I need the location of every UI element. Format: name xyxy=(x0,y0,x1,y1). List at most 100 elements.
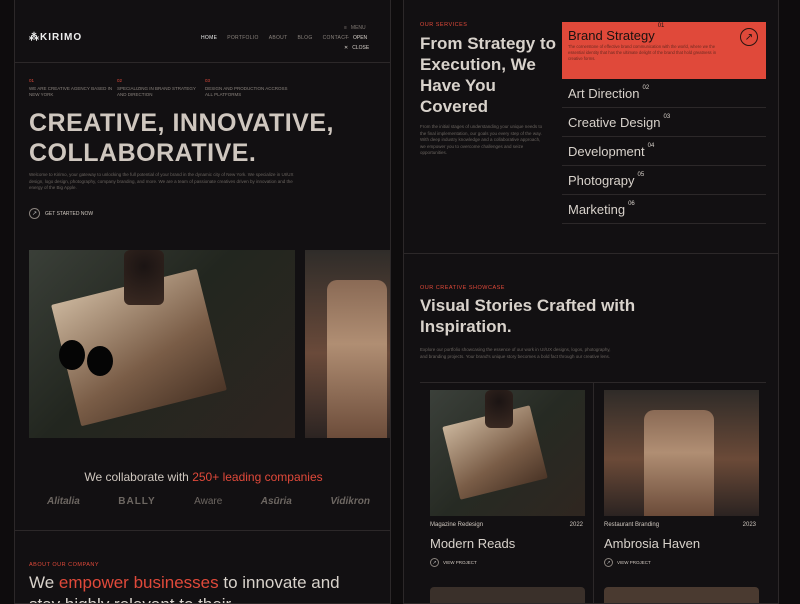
about-prefix: We xyxy=(29,573,59,592)
project-name: Modern Reads xyxy=(430,536,516,551)
nav-about[interactable]: ABOUT xyxy=(269,35,288,41)
partner-logos: Alitalia BALLY Aware Asūria Vidikron xyxy=(47,496,370,507)
mug-shape xyxy=(485,390,513,428)
collab-prefix: We collaborate with xyxy=(84,470,193,484)
hero-description: Welcome to Kirimo, your gateway to unloc… xyxy=(29,172,294,190)
service-creative-design[interactable]: Creative Design 03 xyxy=(562,108,766,137)
get-started-button[interactable]: ↗ GET STARTED NOW xyxy=(29,208,93,219)
collab-highlight: 250+ leading companies xyxy=(192,470,323,484)
apron-shape xyxy=(644,410,714,516)
logo-text: KIRIMO xyxy=(40,32,83,43)
partner-logo: Aware xyxy=(194,496,223,507)
stat-number: 02 xyxy=(117,78,123,83)
menu-toggle[interactable]: ≡ MENU — OPEN ✕ CLOSE xyxy=(344,23,374,53)
right-page-preview: OUR SERVICES From Strategy to Execution,… xyxy=(403,0,779,604)
mug-shape xyxy=(124,250,164,305)
services-list: Brand Strategy 01 The cornerstone of effe… xyxy=(562,22,766,224)
service-brand-strategy[interactable]: Brand Strategy 01 The cornerstone of effe… xyxy=(562,22,766,79)
logo[interactable]: ⁂KIRIMO xyxy=(29,32,82,43)
cta-label: GET STARTED NOW xyxy=(45,210,94,217)
arrow-up-right-icon: ↗ xyxy=(430,558,439,567)
project-name: Ambrosia Haven xyxy=(604,536,701,551)
showcase-label: OUR CREATIVE SHOWCASE xyxy=(420,285,505,291)
hero-image-apron xyxy=(305,250,390,438)
services-description: From the initial stages of understanding… xyxy=(420,124,543,155)
next-card-preview xyxy=(604,587,759,603)
collab-heading: We collaborate with 250+ leading compani… xyxy=(15,470,390,484)
nav-portfolio[interactable]: PORTFOLIO xyxy=(227,35,259,41)
services-label: OUR SERVICES xyxy=(420,22,468,28)
divider xyxy=(404,253,778,254)
stat-text: WE ARE CREATIVE AGENCY BASED IN NEW YORK xyxy=(29,86,113,97)
close-label: CLOSE xyxy=(352,45,370,51)
service-name: Art Direction xyxy=(568,85,640,101)
arrow-up-right-icon: ↗ xyxy=(29,208,40,219)
partner-logo: Asūria xyxy=(260,496,292,507)
service-name: Creative Design xyxy=(568,114,661,130)
apron-shape xyxy=(327,280,387,438)
project-thumbnail[interactable] xyxy=(604,390,759,516)
menu-label: MENU xyxy=(350,25,366,31)
service-name: Photograpy xyxy=(568,172,635,188)
about-title: We empower businesses to innovate and st… xyxy=(29,572,369,603)
open-label: OPEN xyxy=(353,35,368,41)
project-meta: Magazine Redesign 2022 xyxy=(430,522,583,528)
stat-number: 01 xyxy=(29,78,35,83)
view-project-label: VIEW PROJECT xyxy=(617,560,651,565)
view-project-link[interactable]: ↗ VIEW PROJECT xyxy=(430,558,583,567)
hero-line-1: CREATIVE, INNOVATIVE, xyxy=(29,109,334,137)
stat-item: 03 DESIGN AND PRODUCTION ACCROSS ALL PLAT… xyxy=(205,78,293,98)
partner-logo: BALLY xyxy=(118,496,156,507)
line-icon: — xyxy=(344,35,349,41)
left-page-preview: ⁂KIRIMO HOME PORTFOLIO ABOUT BLOG CONTAC… xyxy=(14,0,391,604)
next-card-preview xyxy=(430,587,585,603)
project-meta: Restaurant Branding 2023 xyxy=(604,522,756,528)
service-number: 06 xyxy=(628,201,635,207)
service-number: 03 xyxy=(663,114,671,120)
project-category: Magazine Redesign xyxy=(430,522,484,528)
service-number: 05 xyxy=(637,172,645,178)
sunglasses-shape xyxy=(59,340,119,380)
stat-item: 02 SPECIALIZING IN BRAND STRATEGY AND DIR… xyxy=(117,78,205,98)
about-label: ABOUT OUR COMPANY xyxy=(29,562,100,568)
nav-blog[interactable]: BLOG xyxy=(297,35,312,41)
stats-row: 01 WE ARE CREATIVE AGENCY BASED IN NEW YO… xyxy=(29,78,378,98)
stat-text: SPECIALIZING IN BRAND STRATEGY AND DIREC… xyxy=(117,86,196,97)
service-description: The cornerstone of effective brand commu… xyxy=(568,44,717,61)
project-thumbnail[interactable] xyxy=(430,390,585,516)
service-number: 04 xyxy=(647,143,655,149)
arrow-up-right-icon: ↗ xyxy=(604,558,613,567)
hero-image-magazine xyxy=(29,250,295,438)
close-icon: ✕ xyxy=(344,45,349,51)
top-nav: ⁂KIRIMO HOME PORTFOLIO ABOUT BLOG CONTAC… xyxy=(29,25,378,54)
showcase-description: Explore our portfolio showcasing the ess… xyxy=(420,347,611,359)
project-cards: Magazine Redesign 2022 Modern Reads ↗ VIEW… xyxy=(420,382,766,603)
nav-home[interactable]: HOME xyxy=(201,35,217,41)
view-project-label: VIEW PROJECT xyxy=(443,560,477,565)
hero-line-2: COLLABORATIVE. xyxy=(29,139,257,167)
service-name: Brand Strategy xyxy=(568,28,655,43)
service-photography[interactable]: Photograpy 05 xyxy=(562,166,766,195)
divider xyxy=(15,62,390,63)
service-marketing[interactable]: Marketing 06 xyxy=(562,195,766,224)
arrow-up-right-icon[interactable]: ↗ xyxy=(740,28,758,46)
view-project-link[interactable]: ↗ VIEW PROJECT xyxy=(604,558,756,567)
menu-icon: ≡ xyxy=(344,25,347,31)
stat-text: DESIGN AND PRODUCTION ACCROSS ALL PLATFO… xyxy=(205,86,288,97)
services-title: From Strategy to Execution, We Have You … xyxy=(420,34,557,116)
service-art-direction[interactable]: Art Direction 02 xyxy=(562,79,766,108)
service-number: 02 xyxy=(642,85,650,91)
project-card[interactable]: Magazine Redesign 2022 Modern Reads ↗ VIEW… xyxy=(420,382,593,603)
partner-logo: Alitalia xyxy=(47,496,80,507)
service-number: 01 xyxy=(657,23,665,29)
project-card[interactable]: Restaurant Branding 2023 Ambrosia Haven ↗… xyxy=(593,382,766,603)
divider xyxy=(15,530,390,531)
nav-links: HOME PORTFOLIO ABOUT BLOG CONTACT xyxy=(201,35,348,41)
service-development[interactable]: Development 04 xyxy=(562,137,766,166)
service-name: Marketing xyxy=(568,201,626,217)
partner-logo: Vidikron xyxy=(330,496,370,507)
project-category: Restaurant Branding xyxy=(604,522,660,528)
project-year: 2023 xyxy=(742,522,756,528)
project-year: 2022 xyxy=(569,522,583,528)
stat-number: 03 xyxy=(205,78,211,83)
